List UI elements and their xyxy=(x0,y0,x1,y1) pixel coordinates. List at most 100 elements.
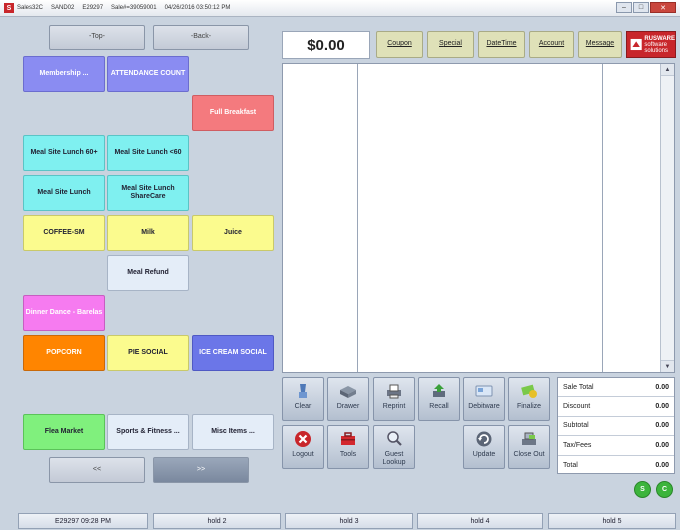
window-controls: – □ ✕ xyxy=(615,2,676,13)
cash-icon xyxy=(520,382,538,400)
menu-button-attendance-count[interactable]: ATTENDANCE COUNT xyxy=(107,56,189,92)
menu-button-meal-site-lunch[interactable]: Meal Site Lunch xyxy=(23,175,105,211)
drawer-icon xyxy=(339,382,357,400)
close-button[interactable]: ✕ xyxy=(650,2,676,13)
menu-button-milk[interactable]: Milk xyxy=(107,215,189,251)
logout-button[interactable]: Logout xyxy=(282,425,324,469)
menu-button-meal-site-lunch-60-plus[interactable]: Meal Site Lunch 60+ xyxy=(23,135,105,171)
printer-icon xyxy=(385,382,403,400)
logout-icon xyxy=(294,430,312,448)
account-label: Account xyxy=(538,40,565,48)
logo-text: RUSWARE software solutions xyxy=(644,35,675,54)
receipt-list[interactable]: ▲ ▼ xyxy=(282,63,675,373)
debitware-label: Debitware xyxy=(468,403,500,410)
debitware-button[interactable]: Debitware xyxy=(463,377,505,421)
title-app: Sales32C xyxy=(17,5,44,11)
summary-row-sale-total: Sale Total 0.00 xyxy=(558,378,674,398)
finalize-label: Finalize xyxy=(516,403,542,410)
tools-button[interactable]: Tools xyxy=(327,425,369,469)
summary-row-tax-fees: Tax/Fees 0.00 xyxy=(558,436,674,456)
update-button[interactable]: Update xyxy=(463,425,505,469)
card-icon xyxy=(475,382,493,400)
sale-total-display: $0.00 xyxy=(282,31,370,59)
sale-summary-panel: Sale Total 0.00 Discount 0.00 Subtotal 0.00… xyxy=(557,377,675,474)
clear-label: Clear xyxy=(294,403,312,410)
menu-button-meal-refund[interactable]: Meal Refund xyxy=(107,255,189,291)
menu-button-coffee-sm[interactable]: COFFEE-SM xyxy=(23,215,105,251)
tools-label: Tools xyxy=(339,451,357,458)
employee-time-status: E29297 09:28 PM xyxy=(18,513,148,529)
datetime-button[interactable]: DateTime xyxy=(478,31,525,58)
reprint-button[interactable]: Reprint xyxy=(373,377,415,421)
back-button[interactable]: -Back- xyxy=(153,25,249,50)
menu-button-membership[interactable]: Membership ... xyxy=(23,56,105,92)
recall-icon xyxy=(430,382,448,400)
menu-button-full-breakfast[interactable]: Full Breakfast xyxy=(192,95,274,131)
update-label: Update xyxy=(472,451,496,458)
summary-row-discount: Discount 0.00 xyxy=(558,397,674,417)
drawer-label: Drawer xyxy=(336,403,360,410)
finalize-button[interactable]: Finalize xyxy=(508,377,550,421)
title-employee: E29297 xyxy=(82,5,104,11)
hold-2-button[interactable]: hold 2 xyxy=(153,513,281,529)
maximize-button[interactable]: □ xyxy=(633,2,649,13)
message-button[interactable]: Message xyxy=(578,31,622,58)
column-divider xyxy=(357,64,358,372)
title-datetime: 04/26/2016 03:50:12 PM xyxy=(164,5,231,11)
magnifier-icon xyxy=(385,430,403,448)
drawer-button[interactable]: Drawer xyxy=(327,377,369,421)
recall-label: Recall xyxy=(429,403,449,410)
menu-button-juice[interactable]: Juice xyxy=(192,215,274,251)
register-icon xyxy=(520,430,538,448)
broom-icon xyxy=(294,382,312,400)
menu-button-dinner-dance-barelas[interactable]: Dinner Dance - Barelas xyxy=(23,295,105,331)
menu-button-meal-site-lunch-sharecare[interactable]: Meal Site Lunch ShareCare xyxy=(107,175,189,211)
prev-page-button[interactable]: << xyxy=(49,457,145,483)
datetime-label: DateTime xyxy=(486,40,517,48)
hold-5-button[interactable]: hold 5 xyxy=(548,513,676,529)
special-label: Special xyxy=(439,40,462,48)
app-icon: S xyxy=(4,3,14,13)
hold-3-button[interactable]: hold 3 xyxy=(285,513,413,529)
menu-button-flea-market[interactable]: Flea Market xyxy=(23,414,105,450)
refresh-icon xyxy=(475,430,493,448)
c-circle-button[interactable]: C xyxy=(656,481,673,498)
recall-button[interactable]: Recall xyxy=(418,377,460,421)
summary-row-total: Total 0.00 xyxy=(563,461,669,469)
receipt-scrollbar[interactable]: ▲ ▼ xyxy=(660,64,674,372)
coupon-label: Coupon xyxy=(387,40,412,48)
scroll-up-icon[interactable]: ▲ xyxy=(661,64,674,76)
title-bar: S Sales32C SAND02 E29297 Sale#=39059001 … xyxy=(0,0,680,17)
logo-icon xyxy=(630,38,642,51)
scroll-down-icon[interactable]: ▼ xyxy=(661,360,674,372)
next-page-button[interactable]: >> xyxy=(153,457,249,483)
menu-button-misc-items[interactable]: Misc Items ... xyxy=(192,414,274,450)
close-out-button[interactable]: Close Out xyxy=(508,425,550,469)
menu-button-meal-site-lunch-under-60[interactable]: Meal Site Lunch <60 xyxy=(107,135,189,171)
guest-lookup-button[interactable]: Guest Lookup xyxy=(373,425,415,469)
toolbox-icon xyxy=(339,430,357,448)
status-bar: E29297 09:28 PM hold 2 hold 3 hold 4 hol… xyxy=(0,512,680,530)
minimize-button[interactable]: – xyxy=(616,2,632,13)
menu-button-popcorn[interactable]: POPCORN xyxy=(23,335,105,371)
menu-button-pie-social[interactable]: PIE SOCIAL xyxy=(107,335,189,371)
summary-row-subtotal: Subtotal 0.00 xyxy=(558,417,674,437)
column-divider xyxy=(602,64,603,372)
s-circle-button[interactable]: S xyxy=(634,481,651,498)
reprint-label: Reprint xyxy=(382,403,406,410)
title-terminal: SAND02 xyxy=(51,5,75,11)
top-button[interactable]: -Top- xyxy=(49,25,145,50)
message-label: Message xyxy=(585,40,615,48)
logout-label: Logout xyxy=(292,451,314,458)
company-logo: RUSWARE software solutions xyxy=(626,31,676,58)
title-sale-number: Sale#=39059001 xyxy=(111,5,157,11)
hold-4-button[interactable]: hold 4 xyxy=(417,513,543,529)
clear-button[interactable]: Clear xyxy=(282,377,324,421)
coupon-button[interactable]: Coupon xyxy=(376,31,423,58)
menu-button-ice-cream-social[interactable]: ICE CREAM SOCIAL xyxy=(192,335,274,371)
guest-lookup-label: Guest Lookup xyxy=(382,451,406,466)
menu-button-sports-fitness[interactable]: Sports & Fitness ... xyxy=(107,414,189,450)
close-out-label: Close Out xyxy=(513,451,545,458)
account-button[interactable]: Account xyxy=(529,31,574,58)
special-button[interactable]: Special xyxy=(427,31,474,58)
